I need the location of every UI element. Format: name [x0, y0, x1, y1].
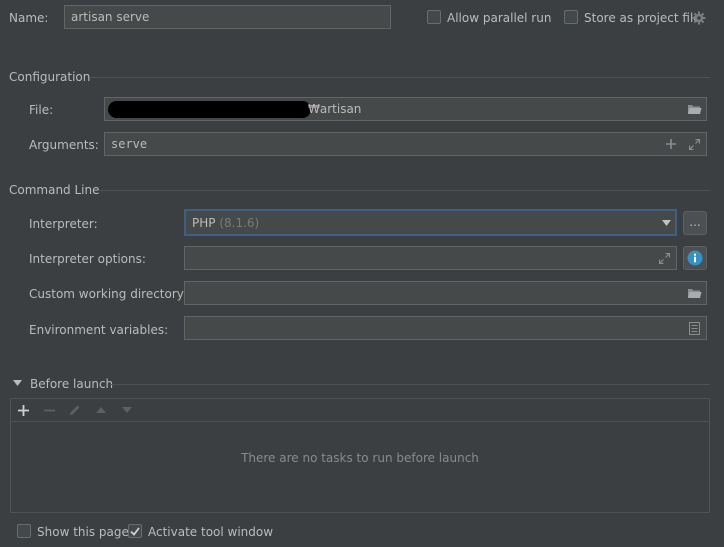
expand-icon[interactable] [658, 251, 670, 265]
folder-icon[interactable] [686, 285, 702, 301]
working-dir-label: Custom working directory: [29, 287, 188, 301]
folder-icon[interactable] [686, 101, 702, 117]
edit-icon [69, 404, 81, 416]
document-icon[interactable] [688, 321, 700, 335]
interpreter-select[interactable]: PHP (8.1.6) [184, 209, 677, 236]
name-label: Name: [9, 11, 49, 25]
arguments-value: serve [111, 137, 148, 151]
configuration-separator [90, 77, 710, 78]
arguments-label: Arguments: [29, 138, 99, 152]
allow-parallel-checkbox[interactable] [427, 10, 441, 24]
interpreter-version: (8.1.6) [219, 216, 260, 230]
activate-tool-checkbox[interactable] [128, 524, 142, 538]
allow-parallel-label: Allow parallel run [447, 11, 552, 25]
before-launch-toolbar [11, 399, 709, 422]
configuration-title: Configuration [9, 70, 91, 84]
arrow-up-icon [95, 404, 107, 416]
plus-icon[interactable] [665, 137, 677, 151]
working-dir-input[interactable] [184, 281, 707, 305]
command-line-title: Command Line [9, 183, 100, 197]
interpreter-options-input[interactable] [184, 246, 677, 270]
before-launch-separator [110, 384, 710, 385]
interpreter-options-label: Interpreter options: [29, 252, 146, 266]
before-launch-panel: There are no tasks to run before launch [10, 398, 710, 513]
before-launch-title: Before launch [30, 377, 114, 391]
interpreter-label: Interpreter: [29, 217, 98, 231]
plus-icon[interactable] [17, 404, 29, 416]
show-page-label: Show this page [37, 525, 129, 539]
expand-icon[interactable] [688, 137, 700, 151]
env-vars-label: Environment variables: [29, 323, 169, 337]
gear-icon[interactable] [691, 10, 707, 26]
dropdown-arrow-icon[interactable] [661, 219, 671, 227]
interpreter-browse-button[interactable]: ... [683, 211, 707, 235]
minus-icon [43, 404, 55, 416]
collapse-triangle-icon[interactable] [12, 378, 22, 388]
show-page-checkbox[interactable] [17, 524, 31, 538]
redacted-path [108, 101, 311, 118]
store-project-checkbox[interactable] [564, 10, 578, 24]
arrow-down-icon [121, 404, 133, 416]
before-launch-empty-text: There are no tasks to run before launch [241, 451, 479, 465]
name-input[interactable]: artisan serve [64, 5, 391, 29]
store-project-label: Store as project file [584, 11, 701, 25]
interpreter-name: PHP [192, 216, 216, 230]
info-icon[interactable] [683, 246, 707, 270]
arguments-input[interactable]: serve [104, 132, 707, 156]
file-value: ₩artisan [308, 102, 362, 116]
file-input[interactable]: ₩artisan [104, 97, 707, 121]
file-label: File: [29, 103, 54, 117]
activate-tool-label: Activate tool window [148, 525, 274, 539]
env-vars-input[interactable] [184, 316, 707, 340]
command-line-separator [98, 190, 710, 191]
checkmark-icon [130, 526, 140, 536]
